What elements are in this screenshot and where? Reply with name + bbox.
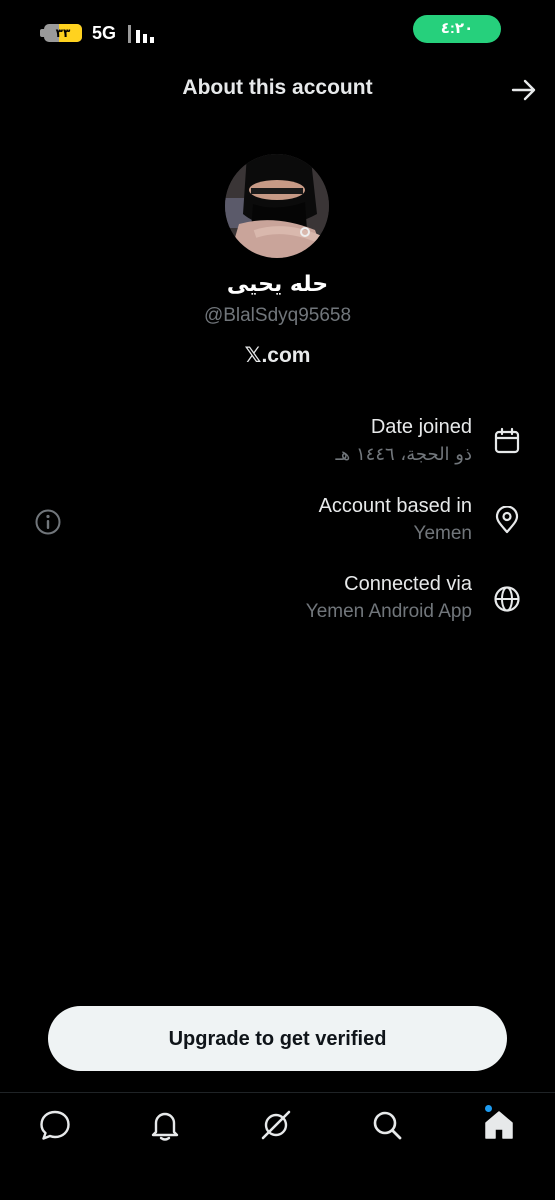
bell-icon[interactable] — [147, 1107, 183, 1143]
upgrade-button[interactable]: Upgrade to get verified — [48, 1006, 507, 1071]
signal-strength-icon — [128, 25, 154, 43]
connected-via-label: Connected via — [344, 573, 472, 595]
grok-icon[interactable] — [258, 1107, 294, 1143]
connected-via-value: Yemen Android App — [305, 601, 472, 622]
site-label: 𝕏.com — [244, 344, 311, 367]
avatar-image — [225, 154, 329, 258]
account-based-value: Yemen — [413, 523, 472, 544]
profile-handle: @BlalSdyq95658 — [203, 305, 352, 326]
arrow-right-icon[interactable] — [510, 78, 538, 102]
avatar — [225, 154, 329, 258]
page-title: About this account — [182, 76, 373, 99]
date-joined-value: ذو الحجة، ١٤٤٦ هـ — [335, 444, 472, 465]
info-icon[interactable] — [34, 508, 62, 536]
network-type: 5G — [92, 23, 117, 43]
calendar-icon — [494, 427, 520, 454]
battery-percent: ٣٣ — [55, 26, 71, 40]
date-joined-label: Date joined — [370, 416, 472, 438]
location-pin-icon — [495, 506, 519, 534]
notification-dot — [485, 1105, 492, 1112]
status-clock: ٤:٢٠ — [413, 15, 501, 43]
account-based-label: Account based in — [318, 495, 472, 517]
chat-icon[interactable] — [37, 1107, 73, 1143]
home-icon[interactable] — [481, 1107, 517, 1143]
search-icon[interactable] — [369, 1107, 405, 1143]
bottom-nav-divider — [0, 1092, 555, 1093]
profile-name: حله يحيى — [226, 272, 329, 297]
battery-indicator: ٣٣ — [44, 24, 82, 42]
globe-icon — [494, 586, 520, 612]
